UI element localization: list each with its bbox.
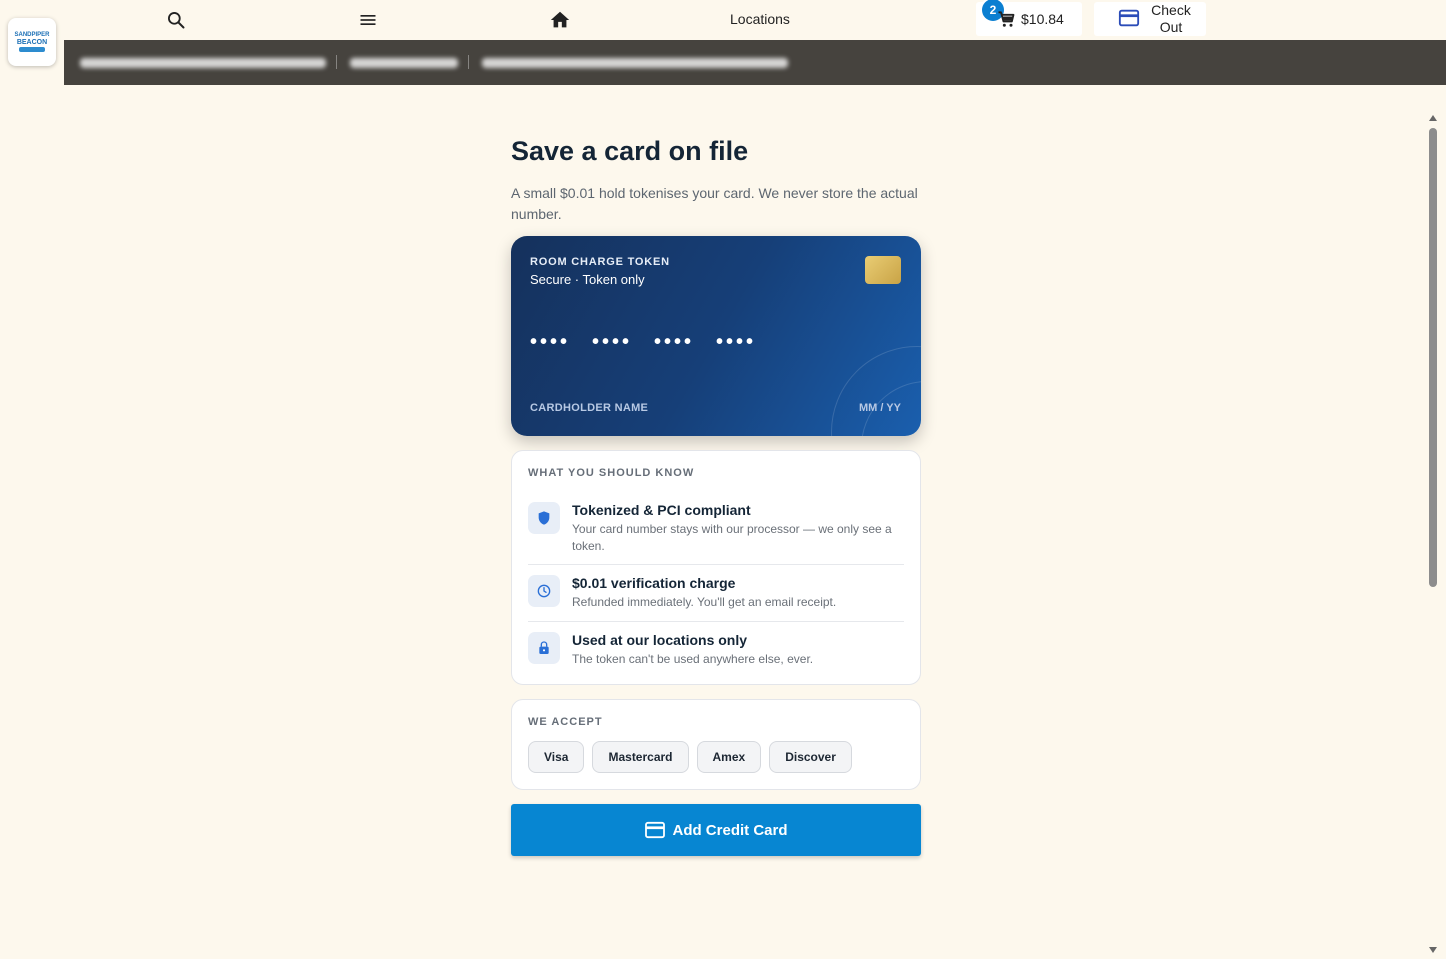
logo-wave <box>19 47 45 52</box>
info-item-title: $0.01 verification charge <box>572 575 736 591</box>
info-item-desc: Refunded immediately. You'll get an emai… <box>572 595 837 609</box>
menu-button[interactable] <box>352 0 384 40</box>
home-button[interactable] <box>544 0 576 40</box>
cart-icon <box>998 11 1015 27</box>
brand-discover: Discover <box>769 741 852 773</box>
info-bar <box>64 40 1446 85</box>
divider <box>528 564 904 565</box>
card-number-group: •••• <box>654 331 695 353</box>
brand-list: Visa Mastercard Amex Discover <box>528 741 852 773</box>
shield-icon <box>528 502 560 534</box>
home-icon <box>550 11 570 28</box>
add-credit-card-label: Add Credit Card <box>672 821 788 839</box>
logo[interactable]: SANDPIPER BEACON <box>8 18 56 66</box>
cart-button[interactable]: 2 $10.84 <box>976 0 1082 36</box>
scroll-thumb[interactable] <box>1429 128 1437 587</box>
search-button[interactable] <box>160 0 192 40</box>
add-credit-card-button[interactable]: Add Credit Card <box>511 804 921 856</box>
logo-line-1: SANDPIPER <box>14 32 50 38</box>
scroll-up-arrow[interactable] <box>1429 115 1437 121</box>
accepted-cards-panel: WE ACCEPT Visa Mastercard Amex Discover <box>511 699 921 790</box>
menu-icon <box>360 15 376 25</box>
brand-visa: Visa <box>528 741 585 773</box>
checkout-button[interactable]: Check Out <box>1094 2 1206 36</box>
lock-icon <box>528 632 560 664</box>
info-item-desc: The token can't be used anywhere else, e… <box>572 652 814 666</box>
card-preview: ROOM CHARGE TOKEN Secure · Token only ••… <box>511 236 921 436</box>
cardholder-name: CARDHOLDER NAME <box>530 402 649 414</box>
card-title: ROOM CHARGE TOKEN <box>530 256 670 268</box>
logo-line-2: BEACON <box>16 39 48 46</box>
blurred-phone <box>350 58 458 68</box>
info-heading: WHAT YOU SHOULD KNOW <box>528 467 695 479</box>
scrollbar[interactable] <box>1426 112 1440 955</box>
main-content: Save a card on file A small $0.01 hold t… <box>511 120 921 856</box>
card-number-group: •••• <box>592 331 633 353</box>
search-icon <box>168 12 185 29</box>
card-number: •••• •••• •••• •••• <box>530 332 756 352</box>
checkout-label: Check Out <box>1151 2 1191 35</box>
brand-mastercard: Mastercard <box>592 741 689 773</box>
info-item-title: Tokenized & PCI compliant <box>572 502 751 518</box>
info-separator <box>468 55 469 69</box>
info-separator <box>336 55 337 69</box>
page-title: Save a card on file <box>511 136 749 166</box>
scroll-down-arrow[interactable] <box>1429 947 1437 953</box>
card-number-group: •••• <box>530 331 571 353</box>
accepted-heading: WE ACCEPT <box>528 716 603 728</box>
page-subtitle: A small $0.01 hold tokenises your card. … <box>511 185 918 222</box>
cart-total: $10.84 <box>1021 11 1064 27</box>
card-chip <box>865 256 901 284</box>
card-expiry: MM / YY <box>859 402 901 414</box>
blurred-address <box>482 58 788 68</box>
info-item-title: Used at our locations only <box>572 632 748 648</box>
top-nav: Locations 2 $10.84 Check Out <box>0 0 1446 40</box>
credit-card-icon <box>645 821 666 839</box>
credit-card-icon <box>1118 9 1140 27</box>
blurred-location-name <box>80 58 326 68</box>
brand-amex: Amex <box>696 741 762 773</box>
locations-label: Locations <box>730 11 790 27</box>
clock-icon <box>528 575 560 607</box>
locations-link[interactable]: Locations <box>730 0 790 38</box>
card-subtitle: Secure · Token only <box>530 272 645 287</box>
info-item-desc: Your card number stays with our processo… <box>572 522 892 553</box>
info-panel: WHAT YOU SHOULD KNOW Tokenized & PCI com… <box>511 450 921 685</box>
divider <box>528 621 904 622</box>
card-number-group: •••• <box>716 331 757 353</box>
